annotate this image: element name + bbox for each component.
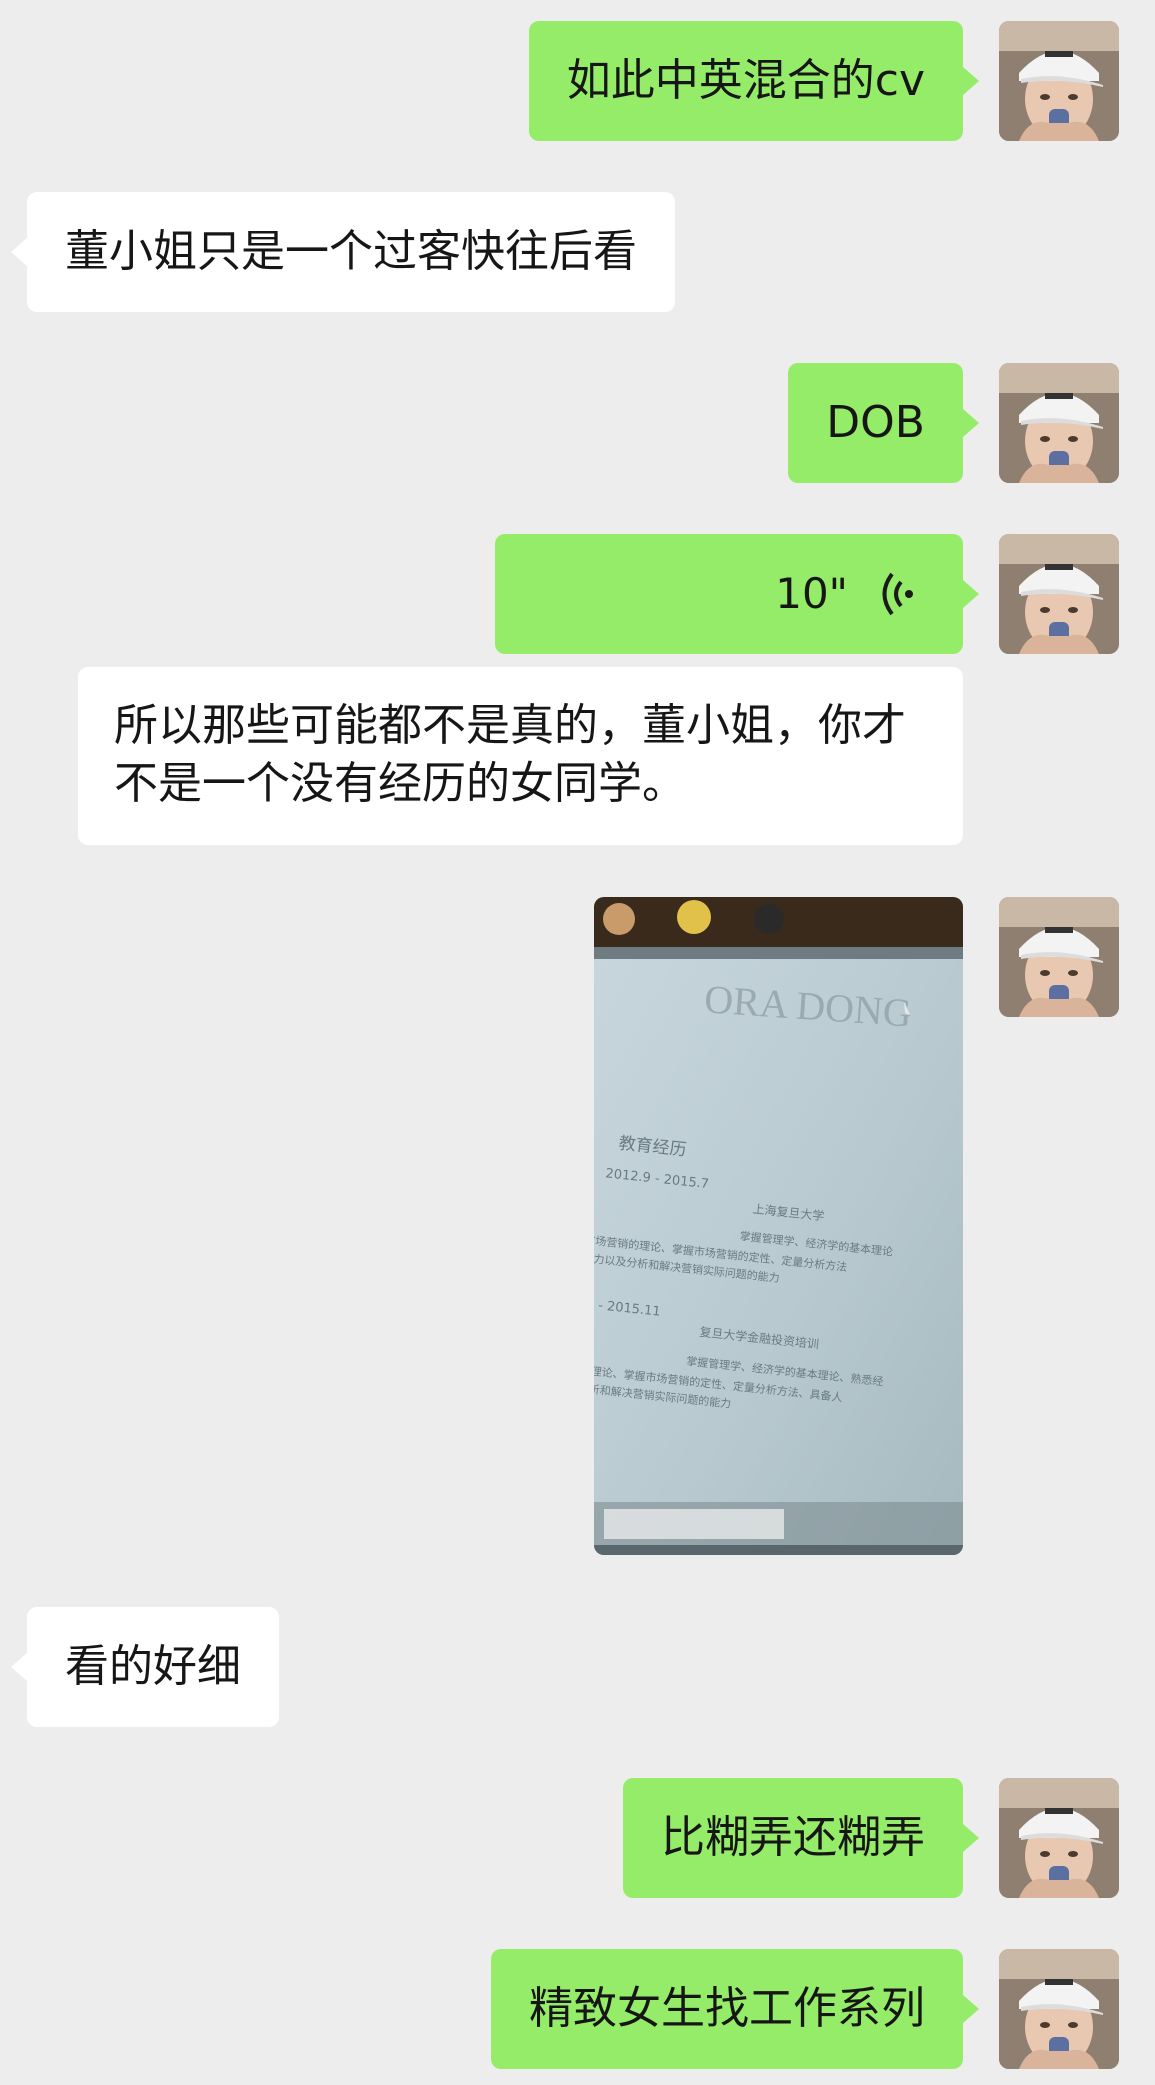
message-bubble-sent[interactable]: DOB [788, 363, 979, 483]
avatar-image [999, 1949, 1119, 2069]
message-text: 精致女生找工作系列 [529, 1983, 925, 2034]
message-text: 看的好细 [65, 1641, 241, 1692]
message-bubble-received[interactable]: 看的好细 [11, 1607, 279, 1727]
user-avatar[interactable] [999, 21, 1119, 141]
avatar-image [999, 363, 1119, 483]
message-text: 董小姐只是一个过客快往后看 [65, 226, 637, 277]
user-avatar[interactable] [999, 897, 1119, 1017]
avatar-image [999, 897, 1119, 1017]
voice-duration: 10" [775, 569, 848, 618]
voice-transcript-bubble[interactable]: 所以那些可能都不是真的，董小姐，你才不是一个没有经历的女同学。 [78, 667, 963, 845]
voice-wave-icon [882, 572, 913, 616]
image-message[interactable]: ORA DONG 教育经历 2012.9 - 2015.7 上海复旦大学 掌握管… [594, 897, 963, 1555]
message-bubble-received[interactable]: 董小姐只是一个过客快往后看 [11, 192, 675, 312]
message-bubble-sent[interactable]: 精致女生找工作系列 [491, 1949, 979, 2069]
message-bubble-sent[interactable]: 如此中英混合的cv [528, 21, 980, 141]
avatar-image [999, 534, 1119, 654]
avatar-image [999, 1778, 1119, 1898]
user-avatar[interactable] [999, 1949, 1119, 2069]
message-text: 所以那些可能都不是真的，董小姐，你才不是一个没有经历的女同学。 [114, 700, 906, 809]
resume-photo: ORA DONG 教育经历 2012.9 - 2015.7 上海复旦大学 掌握管… [594, 897, 963, 1555]
message-text: 比糊弄还糊弄 [661, 1812, 925, 1863]
chat-conversation: 如此中英混合的cv 董小姐只是一个过客快往后看 DOB 10" 所以那些可能都不… [0, 0, 1155, 2085]
user-avatar[interactable] [999, 534, 1119, 654]
user-avatar[interactable] [999, 1778, 1119, 1898]
message-bubble-sent[interactable]: 比糊弄还糊弄 [623, 1778, 979, 1898]
voice-message-bubble[interactable]: 10" [495, 534, 979, 654]
message-text: DOB [826, 397, 925, 448]
user-avatar[interactable] [999, 363, 1119, 483]
avatar-image [999, 21, 1119, 141]
message-text: 如此中英混合的cv [566, 55, 925, 106]
